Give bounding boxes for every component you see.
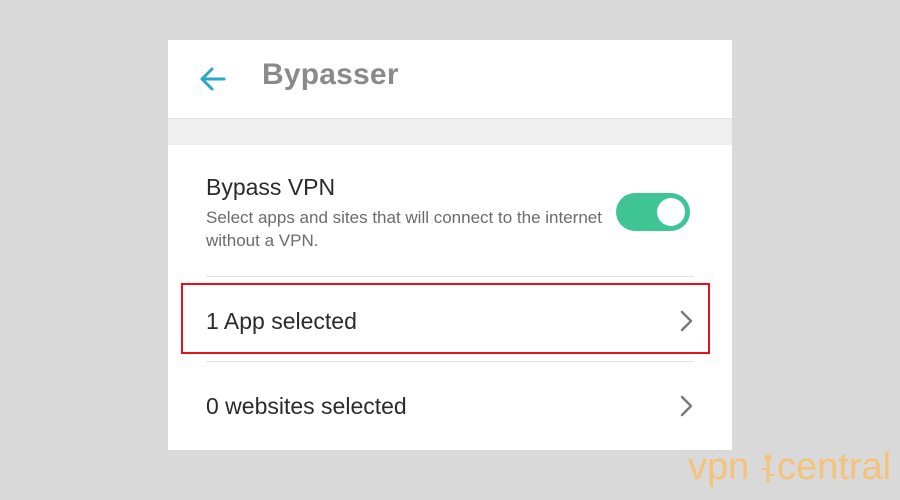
chevron-right-icon <box>680 310 693 332</box>
bypass-vpn-description: Select apps and sites that will connect … <box>206 208 602 250</box>
watermark-vpn: vpn <box>688 448 749 488</box>
section-separator <box>168 119 732 145</box>
bypass-vpn-toggle[interactable] <box>616 193 690 231</box>
watermark-central: central <box>777 448 891 488</box>
bypass-vpn-title: Bypass VPN <box>206 174 336 200</box>
chevron-right-icon <box>680 395 693 417</box>
app-bar: Bypasser <box>168 40 732 119</box>
back-button[interactable] <box>194 60 232 98</box>
vpncentral-watermark: vpn central <box>688 448 891 488</box>
toggle-knob <box>657 198 685 226</box>
settings-screen: Bypasser Bypass VPN Select apps and site… <box>168 40 732 450</box>
apps-selected-row[interactable]: 1 App selected <box>182 286 712 356</box>
apps-selected-label: 1 App selected <box>206 308 357 334</box>
page-title: Bypasser <box>262 58 399 91</box>
websites-selected-row[interactable]: 0 websites selected <box>182 371 712 441</box>
divider <box>206 276 694 277</box>
websites-selected-label: 0 websites selected <box>206 393 407 419</box>
arrow-left-icon <box>200 67 226 91</box>
divider <box>206 361 694 362</box>
watermark-key-icon <box>762 454 774 482</box>
